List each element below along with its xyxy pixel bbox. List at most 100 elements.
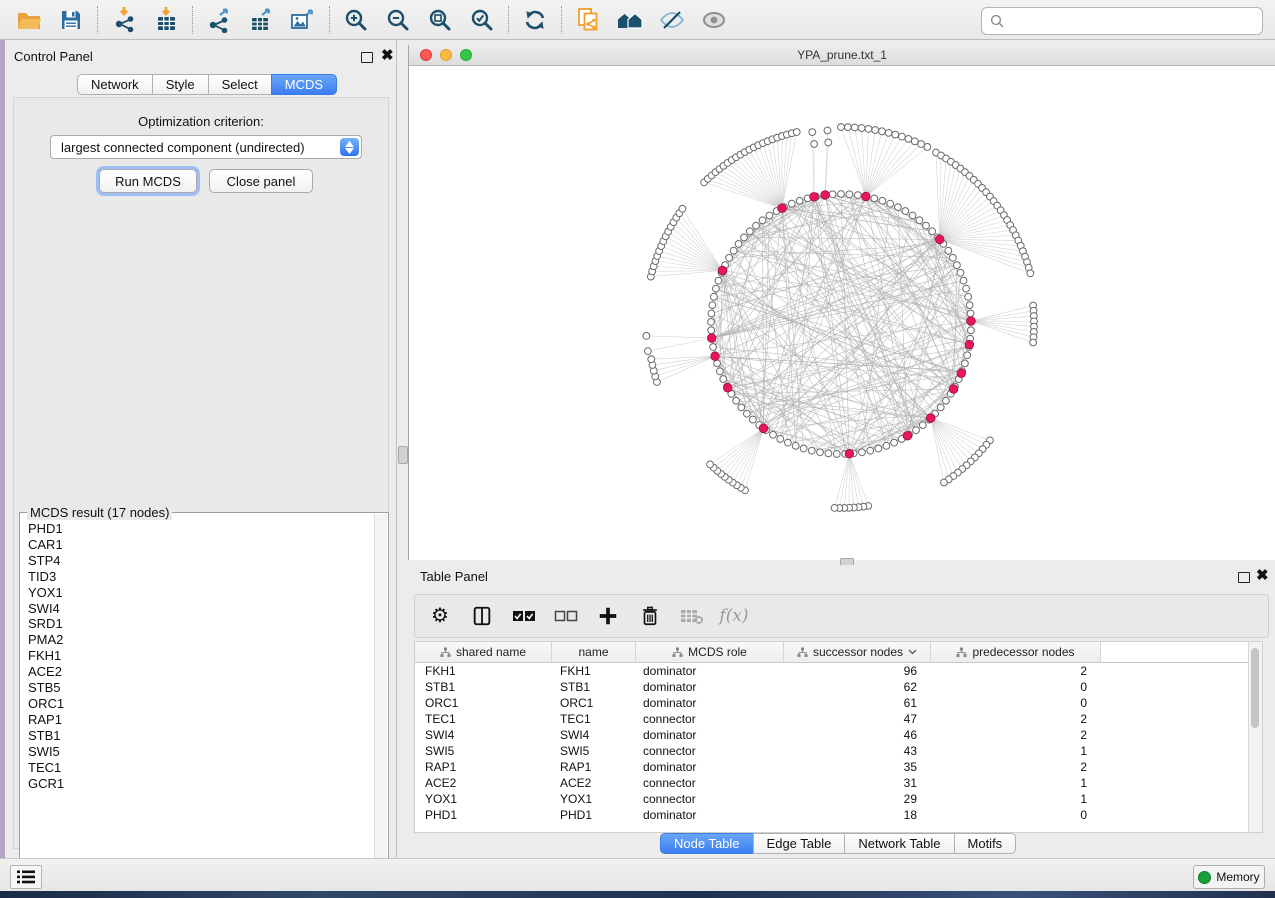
zoom-out-button[interactable] — [377, 4, 419, 36]
float-table-panel-icon[interactable] — [1238, 572, 1250, 583]
zoom-in-button[interactable] — [335, 4, 377, 36]
tab-select[interactable]: Select — [208, 74, 272, 95]
table-header-row: shared name name MCDS role successor nodesp… — [415, 642, 1262, 663]
mcds-result-item[interactable]: FKH1 — [28, 648, 375, 664]
mcds-result-item[interactable]: SWI4 — [28, 601, 375, 617]
table-scrollbar[interactable] — [1248, 642, 1262, 832]
tab-network[interactable]: Network — [77, 74, 153, 95]
search-box[interactable] — [981, 7, 1263, 35]
memory-button[interactable]: Memory — [1193, 865, 1265, 889]
tab-edge-table[interactable]: Edge Table — [753, 833, 846, 854]
table-row[interactable]: SWI5SWI5connector431 — [415, 743, 1262, 759]
zoom-fit-icon — [428, 8, 452, 32]
column-header-shared-name[interactable]: shared name — [415, 642, 552, 662]
import-table-button[interactable] — [145, 4, 187, 36]
save-session-button[interactable] — [50, 4, 92, 36]
mcds-result-item[interactable]: STB5 — [28, 680, 375, 696]
table-cell: 96 — [784, 663, 931, 679]
network-window-titlebar[interactable]: YPA_prune.txt_1 — [409, 45, 1275, 66]
search-icon — [990, 14, 1005, 29]
duplicate-network-button[interactable] — [567, 4, 609, 36]
table-row[interactable]: TEC1TEC1connector472 — [415, 711, 1262, 727]
checked-boxes-icon — [512, 605, 536, 627]
zoom-fit-button[interactable] — [419, 4, 461, 36]
criterion-select[interactable]: largest connected component (undirected) — [50, 135, 362, 159]
network-graph[interactable] — [409, 66, 1274, 560]
mcds-result-item[interactable]: STB1 — [28, 728, 375, 744]
mcds-tab-content: Optimization criterion: largest connecte… — [13, 97, 389, 849]
column-header-successor-nodes[interactable]: successor nodes — [784, 642, 931, 662]
hide-selected-button[interactable] — [651, 4, 693, 36]
mcds-result-list: PHD1CAR1STP4TID3YOX1SWI4SRD1PMA2FKH1ACE2… — [21, 514, 375, 874]
run-mcds-button[interactable]: Run MCDS — [99, 169, 197, 193]
mcds-result-item[interactable]: PMA2 — [28, 632, 375, 648]
search-input[interactable] — [1009, 10, 1262, 32]
table-cell: connector — [636, 711, 784, 727]
mcds-result-item[interactable]: TEC1 — [28, 760, 375, 776]
tab-node-table[interactable]: Node Table — [660, 833, 754, 854]
first-neighbors-button[interactable] — [609, 4, 651, 36]
tab-style[interactable]: Style — [152, 74, 209, 95]
table-body: FKH1FKH1dominator962STB1STB1dominator620… — [415, 663, 1262, 823]
column-header-label: shared name — [456, 645, 526, 659]
table-row[interactable]: ACE2ACE2connector311 — [415, 775, 1262, 791]
import-network-button[interactable] — [103, 4, 145, 36]
table-row[interactable]: PHD1PHD1dominator180 — [415, 807, 1262, 823]
show-all-button[interactable] — [693, 4, 735, 36]
tab-motifs[interactable]: Motifs — [954, 833, 1017, 854]
criterion-label: Optimization criterion: — [14, 114, 388, 129]
table-row[interactable]: FKH1FKH1dominator962 — [415, 663, 1262, 679]
refresh-layout-button[interactable] — [514, 4, 556, 36]
vertical-splitter-handle[interactable] — [398, 446, 408, 464]
mcds-result-item[interactable]: YOX1 — [28, 585, 375, 601]
table-row[interactable]: STB1STB1dominator620 — [415, 679, 1262, 695]
deselect-all-columns-button[interactable] — [553, 603, 579, 629]
table-row[interactable]: ORC1ORC1dominator610 — [415, 695, 1262, 711]
close-panel-icon[interactable]: ✖ — [381, 51, 394, 61]
show-panels-button[interactable] — [10, 865, 42, 889]
mcds-result-item[interactable]: TID3 — [28, 569, 375, 585]
table-options-button[interactable]: ⚙ — [427, 603, 453, 629]
mcds-result-item[interactable]: ORC1 — [28, 696, 375, 712]
mcds-list-scrollbar[interactable] — [374, 514, 387, 874]
tab-mcds[interactable]: MCDS — [271, 74, 337, 95]
float-panel-icon[interactable] — [361, 52, 373, 63]
mcds-result-item[interactable]: SWI5 — [28, 744, 375, 760]
network-window-title: YPA_prune.txt_1 — [409, 48, 1275, 62]
table-row[interactable]: YOX1YOX1connector291 — [415, 791, 1262, 807]
mcds-result-item[interactable]: GCR1 — [28, 776, 375, 792]
select-all-columns-button[interactable] — [511, 603, 537, 629]
toolbar-separator — [97, 6, 98, 34]
column-header-name[interactable]: name — [552, 642, 636, 662]
table-cell: 35 — [784, 759, 931, 775]
delete-column-button[interactable] — [637, 603, 663, 629]
tab-network-table[interactable]: Network Table — [844, 833, 954, 854]
create-column-button[interactable] — [595, 603, 621, 629]
mcds-result-item[interactable]: ACE2 — [28, 664, 375, 680]
delete-table-icon — [680, 606, 704, 626]
mcds-result-item[interactable]: SRD1 — [28, 616, 375, 632]
show-columns-button[interactable] — [469, 603, 495, 629]
export-table-button[interactable] — [240, 4, 282, 36]
table-cell: dominator — [636, 663, 784, 679]
table-cell: YOX1 — [415, 791, 552, 807]
table-scrollbar-thumb[interactable] — [1251, 648, 1259, 728]
table-row[interactable]: SWI4SWI4dominator462 — [415, 727, 1262, 743]
zoom-selected-button[interactable] — [461, 4, 503, 36]
mcds-result-item[interactable]: CAR1 — [28, 537, 375, 553]
mcds-result-item[interactable]: PHD1 — [28, 521, 375, 537]
close-table-panel-icon[interactable]: ✖ — [1256, 571, 1269, 581]
table-row[interactable]: RAP1RAP1dominator352 — [415, 759, 1262, 775]
column-header-label: MCDS role — [688, 645, 747, 659]
export-table-icon — [249, 7, 273, 33]
export-image-icon — [290, 7, 316, 33]
export-image-button[interactable] — [282, 4, 324, 36]
mcds-result-item[interactable]: STP4 — [28, 553, 375, 569]
mcds-result-item[interactable]: RAP1 — [28, 712, 375, 728]
close-panel-button[interactable]: Close panel — [209, 169, 313, 193]
open-file-button[interactable] — [8, 4, 50, 36]
export-network-button[interactable] — [198, 4, 240, 36]
column-header-mcds-role[interactable]: MCDS role — [636, 642, 784, 662]
column-header-predecessor-nodes[interactable]: predecessor nodes — [931, 642, 1101, 662]
fx-icon: f(x) — [719, 606, 748, 626]
